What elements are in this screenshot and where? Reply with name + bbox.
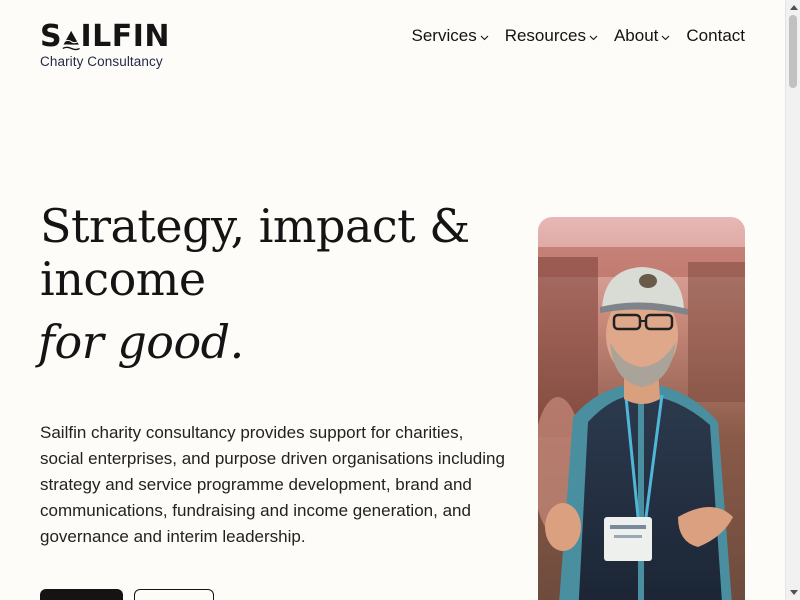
- brand-name-rest: ILFIN: [80, 19, 170, 54]
- scroll-down-arrow-icon[interactable]: [786, 585, 800, 600]
- nav-item-label: About: [613, 26, 659, 45]
- nav-item-label: Contact: [686, 26, 745, 45]
- chevron-down-icon: [480, 35, 489, 40]
- main-nav: Services Resources About Contact: [412, 26, 745, 46]
- brand-name-s: S: [40, 19, 63, 54]
- nav-item-contact[interactable]: Contact: [686, 26, 745, 46]
- hero-photo-illustration: [538, 217, 745, 600]
- hero-title: Strategy, impact & income: [40, 199, 470, 306]
- page-scrollbar[interactable]: [785, 0, 800, 600]
- brand-wordmark: S ILFIN: [40, 20, 170, 54]
- scrollbar-thumb[interactable]: [789, 15, 797, 88]
- nav-item-label: Resources: [504, 26, 586, 45]
- scroll-up-arrow-icon[interactable]: [786, 0, 800, 15]
- sail-wave-icon: [62, 30, 81, 51]
- chevron-down-icon: [589, 35, 598, 40]
- brand-logo[interactable]: S ILFIN Charity Consultancy: [40, 20, 170, 70]
- hero-photo: [538, 217, 745, 600]
- brand-tagline: Charity Consultancy: [40, 54, 163, 69]
- chevron-down-icon: [662, 35, 670, 40]
- primary-cta-button[interactable]: [40, 589, 123, 600]
- nav-item-services[interactable]: Services: [412, 26, 489, 46]
- nav-item-resources[interactable]: Resources: [505, 26, 598, 46]
- hero-description: Sailfin charity consultancy provides sup…: [40, 423, 505, 546]
- secondary-cta-button[interactable]: [134, 589, 214, 600]
- nav-item-label: Services: [411, 26, 477, 45]
- hero-title-italic: for good.: [38, 315, 244, 369]
- nav-item-about[interactable]: About: [614, 26, 670, 46]
- page: S ILFIN Charity Consultancy Services Res…: [0, 0, 785, 600]
